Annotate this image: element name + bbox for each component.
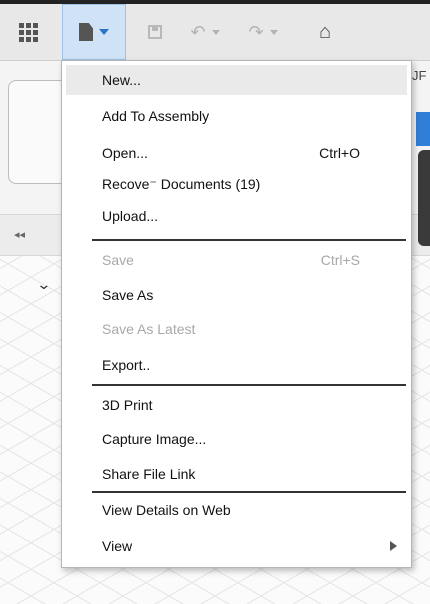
menu-item-label: Open... (102, 145, 148, 161)
right-edge-panel (418, 150, 430, 246)
menu-item-capture-image[interactable]: Capture Image... (66, 424, 407, 454)
menu-item-label: Upload... (102, 208, 159, 224)
menu-separator (92, 384, 406, 386)
file-icon (79, 23, 93, 41)
chevron-down-icon (269, 29, 278, 35)
menu-item-label: Capture Image... (102, 431, 207, 447)
menu-separator (92, 239, 406, 241)
menu-item-label: Share File Link (102, 466, 196, 482)
menu-item-open[interactable]: Open... Ctrl+O (66, 138, 407, 168)
menu-item-label: Save As Latest (102, 321, 196, 337)
grid-icon (18, 22, 38, 42)
shortcut-text: Ctrl+S (320, 252, 360, 268)
menu-item-share-file-link[interactable]: Share File Link (66, 459, 407, 489)
menu-item-3d-print[interactable]: 3D Print (66, 390, 407, 420)
undo-button[interactable]: ↶ (180, 4, 230, 60)
chevron-right-icon (390, 541, 397, 551)
file-dropdown-menu: New... Add To Assembly Open... Ctrl+O Re… (61, 60, 412, 568)
chevron-down-icon[interactable]: ⌄ (36, 276, 51, 293)
menu-item-label: Recove⁻ Documents (19) (102, 175, 261, 192)
chevron-down-icon (211, 29, 220, 35)
home-button[interactable]: ⌂ (300, 4, 350, 60)
home-icon: ⌂ (318, 20, 332, 43)
right-edge-label: JF (412, 68, 427, 83)
redo-button[interactable]: ↷ (238, 4, 288, 60)
chevron-down-icon (99, 29, 109, 35)
menu-item-label: 3D Print (102, 397, 153, 413)
menu-item-label: Save As (102, 287, 154, 303)
menu-item-label: New... (102, 72, 141, 88)
menu-item-new[interactable]: New... (66, 65, 407, 95)
save-icon (148, 25, 162, 39)
menu-item-label: Save (102, 252, 134, 268)
data-panel-button[interactable] (8, 4, 48, 60)
shortcut-text: Ctrl+O (319, 145, 360, 161)
menu-item-view-details-on-web[interactable]: View Details on Web (66, 495, 407, 525)
menu-item-label: View (102, 538, 133, 554)
right-edge-highlight (416, 112, 430, 146)
file-menu-button[interactable] (62, 4, 126, 60)
menu-item-save-as[interactable]: Save As (66, 280, 407, 310)
menu-item-recover-documents[interactable]: Recove⁻ Documents (19) (66, 169, 407, 199)
menu-item-label: Add To Assembly (102, 108, 210, 124)
menu-item-save: Save Ctrl+S (66, 245, 407, 275)
undo-icon: ↶ (190, 21, 206, 42)
menu-item-label: View Details on Web (102, 502, 231, 518)
menu-separator (92, 491, 406, 493)
quick-access-toolbar: ↶ ↷ ⌂ (0, 4, 430, 61)
save-button[interactable] (140, 4, 170, 60)
redo-icon: ↷ (248, 21, 264, 42)
menu-item-add-to-assembly[interactable]: Add To Assembly (66, 101, 407, 131)
menu-item-upload[interactable]: Upload... (66, 201, 407, 231)
collapse-left-icon[interactable]: ◂◂ (14, 228, 25, 241)
menu-item-view[interactable]: View (66, 531, 407, 561)
menu-item-export[interactable]: Export.. (66, 350, 407, 380)
menu-item-save-as-latest: Save As Latest (66, 314, 407, 344)
menu-item-label: Export.. (102, 357, 151, 373)
